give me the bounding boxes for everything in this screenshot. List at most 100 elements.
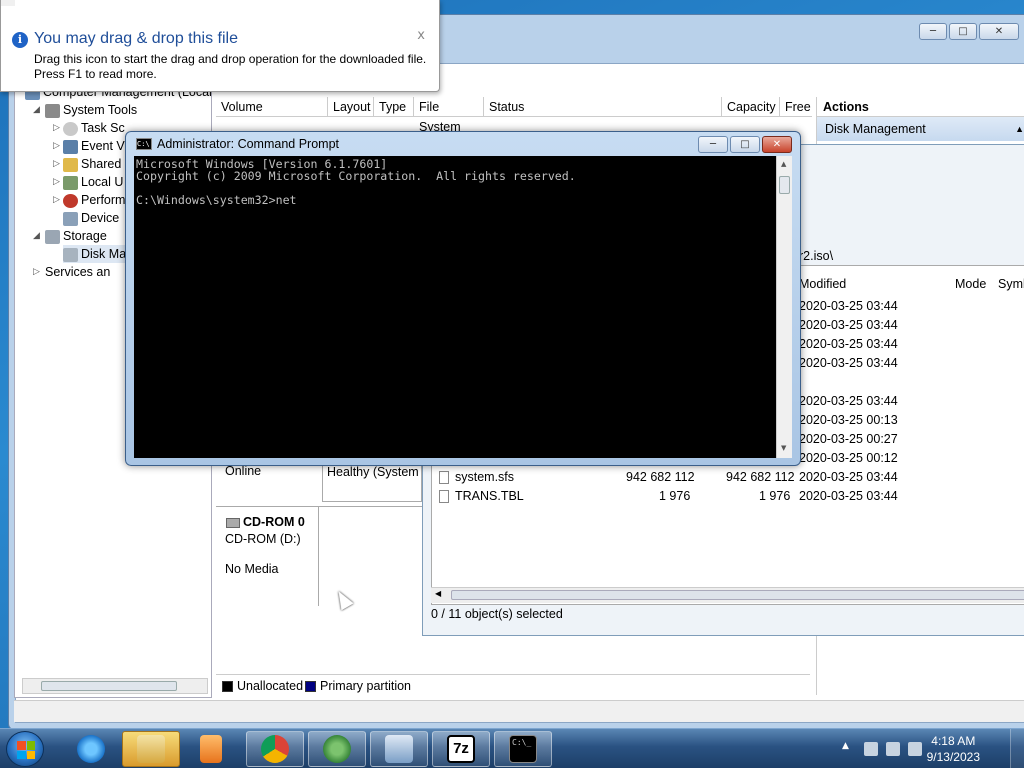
minimize-button[interactable]: ─: [919, 23, 947, 40]
zip-horizontal-scrollbar[interactable]: ◀: [431, 587, 1024, 603]
column-symbolic[interactable]: Symb: [998, 277, 1024, 291]
tree-storage[interactable]: Storage: [45, 227, 107, 245]
tree-task-scheduler[interactable]: Task Sc: [63, 119, 125, 137]
maximize-button[interactable]: □: [730, 136, 760, 153]
notification-balloon[interactable]: i You may drag & drop this file Drag thi…: [0, 0, 440, 92]
show-desktop-button[interactable]: [1010, 729, 1024, 768]
scroll-thumb[interactable]: [779, 176, 790, 194]
taskbar-media-player[interactable]: [182, 731, 240, 767]
volume-muted-icon[interactable]: [908, 742, 922, 756]
tree-system-tools[interactable]: System Tools: [45, 101, 137, 119]
collapse-arrow-icon[interactable]: ▷: [53, 177, 60, 187]
start-button[interactable]: [6, 731, 44, 767]
tree-shared-folders[interactable]: Shared: [63, 155, 121, 173]
collapse-arrow-icon[interactable]: ▷: [53, 195, 60, 205]
zip-address-path[interactable]: r2.iso\: [799, 249, 833, 263]
column-mode[interactable]: Mode: [955, 277, 986, 291]
tree-horizontal-scrollbar[interactable]: [22, 678, 208, 694]
column-free[interactable]: Free: [780, 97, 811, 116]
minimize-button[interactable]: ─: [698, 136, 728, 153]
event-viewer-icon: [63, 139, 78, 154]
tree-local-users[interactable]: Local U: [63, 173, 123, 191]
tree-device-manager[interactable]: Device: [63, 209, 119, 227]
close-button[interactable]: ✕: [762, 136, 792, 153]
cmd-console[interactable]: Microsoft Windows [Version 6.1.7601] Cop…: [134, 156, 776, 458]
collapse-arrow-icon[interactable]: ▷: [33, 267, 40, 277]
list-item-date: 2020-03-25 00:12: [799, 451, 898, 465]
scroll-left-icon[interactable]: ◀: [435, 589, 441, 598]
legend-unallocated: Unallocated: [222, 679, 303, 693]
column-modified[interactable]: Modified: [799, 277, 846, 291]
column-volume[interactable]: Volume: [216, 97, 328, 116]
expand-arrow-icon[interactable]: ◢: [33, 231, 40, 241]
command-prompt-window[interactable]: C:\ Administrator: Command Prompt ─ □ ✕ …: [125, 131, 801, 466]
cmd-icon: C:\: [136, 138, 152, 150]
scroll-thumb[interactable]: [451, 590, 1024, 600]
cm-statusbar: [14, 700, 1024, 722]
maximize-button[interactable]: □: [949, 23, 977, 40]
cdrom-media: No Media: [225, 562, 279, 576]
column-file-system[interactable]: File System: [414, 97, 484, 134]
performance-icon: [63, 193, 78, 208]
legend-primary: Primary partition: [305, 679, 411, 693]
system-partition[interactable]: Healthy (System: [322, 460, 422, 502]
chrome-icon: [261, 735, 289, 763]
primary-swatch: [305, 681, 316, 693]
volume-list-header: Volume Layout Type File System Status Ca…: [216, 97, 812, 134]
divider: [318, 506, 319, 606]
taskbar-7zip[interactable]: 7z: [432, 731, 490, 767]
divider: [216, 506, 424, 507]
balloon-close-button[interactable]: x: [417, 28, 425, 43]
clock-icon: [63, 121, 78, 136]
cmd-titlebar[interactable]: C:\ Administrator: Command Prompt: [136, 137, 339, 151]
actions-disk-management[interactable]: Disk Management ▲: [817, 117, 1024, 141]
list-item-date: 2020-03-25 00:27: [799, 432, 898, 446]
cmd-vertical-scrollbar[interactable]: ▲ ▼: [776, 156, 792, 458]
list-item-system-sfs[interactable]: system.sfs: [439, 470, 514, 485]
balloon-title: You may drag & drop this file: [34, 30, 238, 47]
taskbar-remote-desktop[interactable]: [370, 731, 428, 767]
taskbar-download-manager[interactable]: [308, 731, 366, 767]
scroll-thumb[interactable]: [41, 681, 177, 691]
console-prompt[interactable]: C:\Windows\system32>net: [136, 193, 297, 207]
7zip-icon: 7z: [447, 735, 475, 763]
cdrom-drive: CD-ROM (D:): [225, 532, 301, 546]
download-manager-icon: [323, 735, 351, 763]
column-status[interactable]: Status: [484, 97, 722, 116]
cmd-window-controls: ─ □ ✕: [698, 136, 792, 153]
expand-arrow-icon[interactable]: ◢: [33, 105, 40, 115]
network-icon[interactable]: [886, 742, 900, 756]
taskbar-chrome[interactable]: [246, 731, 304, 767]
file-modified: 2020-03-25 03:44: [799, 470, 898, 484]
window-controls: ─ □ ✕: [919, 23, 1019, 40]
collapse-arrow-icon[interactable]: ▷: [53, 123, 60, 133]
collapse-arrow-icon[interactable]: ▷: [53, 159, 60, 169]
tree-event-viewer[interactable]: Event V: [63, 137, 125, 155]
taskbar-cmd[interactable]: C:\_: [494, 731, 552, 767]
tree-performance[interactable]: Perform: [63, 191, 125, 209]
column-layout[interactable]: Layout: [328, 97, 374, 116]
disk-icon: [63, 247, 78, 262]
action-center-icon[interactable]: [864, 742, 878, 756]
collapse-arrow-icon[interactable]: ▷: [53, 141, 60, 151]
file-modified: 2020-03-25 03:44: [799, 489, 898, 503]
scroll-down-icon[interactable]: ▼: [781, 444, 786, 452]
system-tray: ▲ 4:18 AM 9/13/2023: [834, 729, 1024, 768]
taskbar-ie[interactable]: [62, 731, 120, 767]
collapse-up-icon[interactable]: ▲: [1015, 117, 1024, 141]
cmd-icon: C:\_: [509, 735, 537, 763]
clock[interactable]: 4:18 AM 9/13/2023: [927, 733, 980, 765]
scroll-up-icon[interactable]: ▲: [781, 160, 786, 168]
column-capacity[interactable]: Capacity: [722, 97, 780, 116]
close-button[interactable]: ✕: [979, 23, 1019, 40]
balloon-body: Drag this icon to start the drag and dro…: [34, 52, 427, 81]
remote-desktop-icon: [385, 735, 413, 763]
tree-disk-management[interactable]: Disk Ma: [63, 245, 127, 263]
file-size: 1 976: [659, 489, 691, 503]
column-type[interactable]: Type: [374, 97, 414, 116]
show-hidden-icons-icon[interactable]: ▲: [842, 741, 849, 751]
tree-services[interactable]: Services an: [45, 263, 110, 281]
shared-folder-icon: [63, 157, 78, 172]
taskbar-explorer[interactable]: [122, 731, 180, 767]
list-item-trans-tbl[interactable]: TRANS.TBL: [439, 489, 524, 504]
